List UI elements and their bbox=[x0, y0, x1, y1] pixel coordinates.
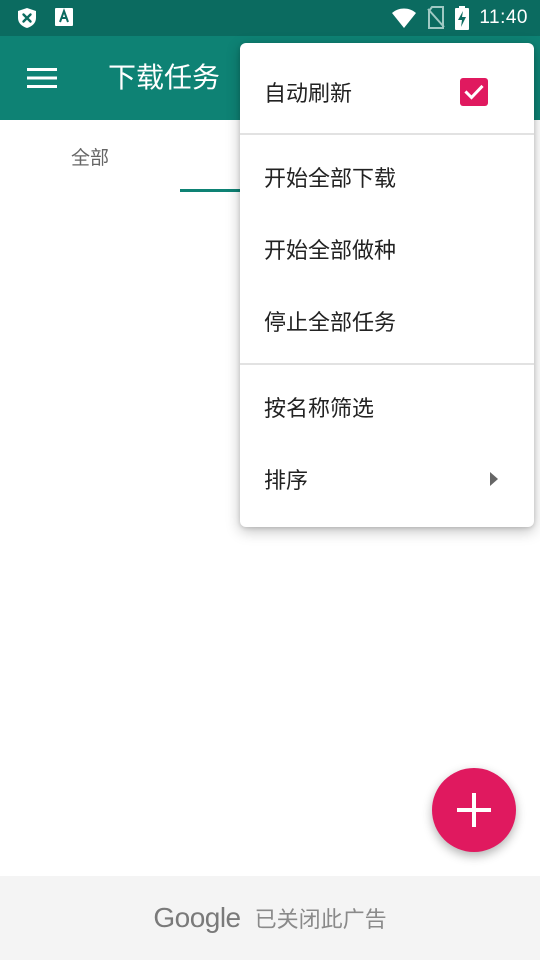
status-bar: 11:40 bbox=[0, 0, 540, 36]
menu-item-label: 排序 bbox=[264, 469, 309, 494]
menu-item-start-all-downloads[interactable]: 开始全部下载 bbox=[240, 141, 534, 213]
menu-divider bbox=[240, 363, 534, 365]
plus-icon bbox=[457, 793, 491, 827]
check-icon bbox=[464, 84, 484, 100]
screen: 11:40 下载任务 全部 自动刷新 开始全部下载 开始全部做种 停止全部任务 … bbox=[0, 0, 540, 960]
menu-divider bbox=[240, 133, 534, 135]
ad-closed-message: 已关闭此广告 bbox=[254, 908, 387, 933]
no-sim-icon bbox=[427, 6, 446, 29]
menu-item-auto-refresh[interactable]: 自动刷新 bbox=[240, 56, 534, 128]
menu-item-start-all-seeding[interactable]: 开始全部做种 bbox=[240, 213, 534, 285]
ad-banner: Google 已关闭此广告 bbox=[0, 876, 540, 960]
menu-item-label: 按名称筛选 bbox=[264, 397, 375, 422]
wifi-icon bbox=[392, 8, 417, 28]
status-time: 11:40 bbox=[479, 7, 528, 28]
menu-item-filter-by-name[interactable]: 按名称筛选 bbox=[240, 371, 534, 443]
page-title: 下载任务 bbox=[108, 61, 221, 94]
status-bar-notifications bbox=[16, 7, 74, 29]
tab-all[interactable]: 全部 bbox=[0, 120, 180, 192]
text-a-icon bbox=[55, 8, 73, 26]
menu-item-label: 开始全部做种 bbox=[264, 239, 397, 264]
overflow-menu: 自动刷新 开始全部下载 开始全部做种 停止全部任务 按名称筛选 排序 bbox=[240, 43, 534, 527]
menu-item-label: 停止全部任务 bbox=[264, 311, 397, 336]
submenu-arrow-icon bbox=[490, 472, 498, 486]
menu-item-stop-all-tasks[interactable]: 停止全部任务 bbox=[240, 285, 534, 357]
hamburger-menu-icon[interactable] bbox=[24, 63, 60, 93]
shield-x-icon bbox=[18, 8, 36, 28]
add-task-button[interactable] bbox=[432, 768, 516, 852]
battery-charging-icon bbox=[455, 6, 470, 30]
google-logo: Google bbox=[153, 902, 241, 933]
auto-refresh-checkbox[interactable] bbox=[460, 78, 488, 106]
menu-item-label: 开始全部下载 bbox=[264, 167, 397, 192]
menu-item-label: 自动刷新 bbox=[264, 82, 353, 107]
status-bar-system: 11:40 bbox=[391, 6, 528, 30]
